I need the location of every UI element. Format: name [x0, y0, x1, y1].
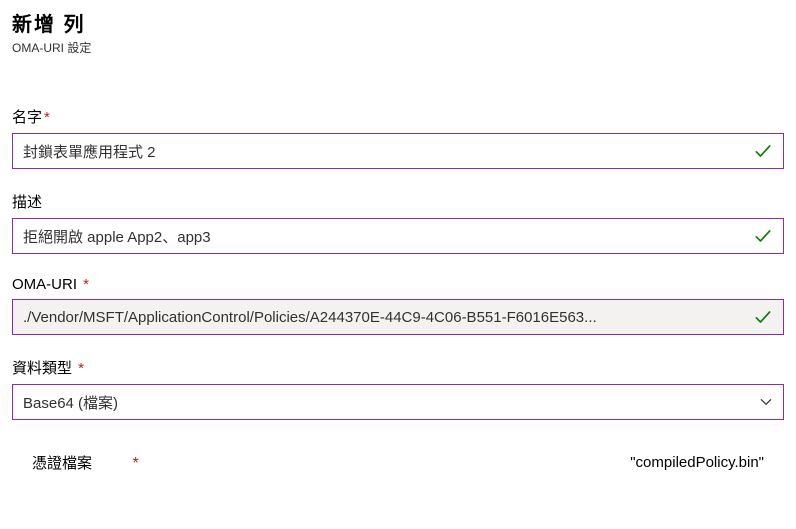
field-data-type: 資料類型 * Base64 (檔案)	[12, 357, 784, 420]
check-icon	[753, 307, 773, 327]
name-label: 名字*	[12, 106, 784, 127]
name-label-text: 名字	[12, 109, 42, 126]
description-input[interactable]	[23, 228, 745, 245]
chevron-down-icon	[759, 395, 773, 409]
description-input-wrap[interactable]	[12, 218, 784, 254]
check-icon	[753, 226, 773, 246]
data-type-select[interactable]: Base64 (檔案)	[12, 384, 784, 420]
check-icon	[753, 141, 773, 161]
data-type-label-text: 資料類型	[12, 360, 76, 377]
required-star: *	[78, 360, 84, 377]
description-label: 描述	[12, 191, 784, 212]
page-subtitle: OMA-URI 設定	[12, 39, 784, 56]
field-name: 名字*	[12, 106, 784, 169]
cert-file-row: 憑證檔案 * "compiledPolicy.bin"	[12, 442, 784, 473]
oma-uri-input-wrap[interactable]: ./Vendor/MSFT/ApplicationControl/Policie…	[12, 299, 784, 335]
cert-file-name: "compiledPolicy.bin"	[630, 454, 764, 471]
required-star: *	[132, 455, 138, 472]
data-type-value: Base64 (檔案)	[23, 392, 751, 413]
oma-uri-input[interactable]: ./Vendor/MSFT/ApplicationControl/Policie…	[23, 309, 745, 326]
data-type-label: 資料類型 *	[12, 357, 784, 378]
name-input-wrap[interactable]	[12, 133, 784, 169]
name-input[interactable]	[23, 143, 745, 160]
page-title: 新增 列	[12, 8, 784, 37]
required-star: *	[83, 276, 89, 293]
cert-file-label: 憑證檔案	[32, 455, 92, 472]
oma-uri-label: OMA-URI *	[12, 276, 784, 293]
oma-uri-label-text: OMA-URI	[12, 276, 81, 293]
field-description: 描述	[12, 191, 784, 254]
required-star: *	[44, 109, 50, 126]
field-oma-uri: OMA-URI * ./Vendor/MSFT/ApplicationContr…	[12, 276, 784, 335]
cert-file-label-wrap: 憑證檔案 *	[32, 452, 139, 473]
